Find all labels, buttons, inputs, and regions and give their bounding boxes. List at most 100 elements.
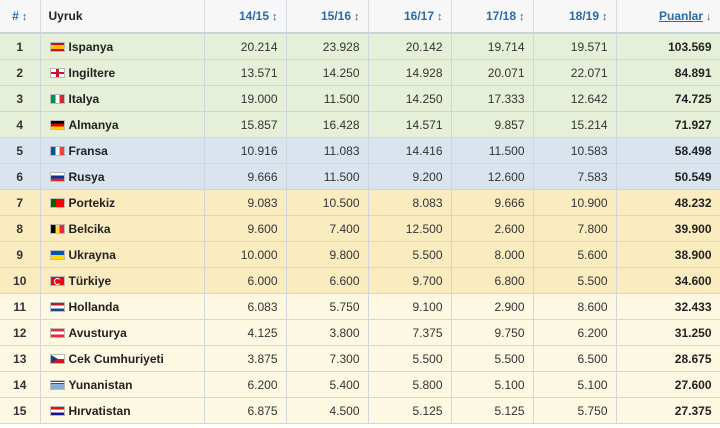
table-row: 7 Portekiz 9.083 10.500 8.083 9.666 10.900 48.2… (0, 189, 720, 216)
table-row: 12 Avusturya 4.125 3.800 7.375 9.750 6.200 31.2… (0, 319, 720, 346)
country-name: Hırvatistan (68, 403, 131, 418)
table-row: 13 Cek Cumhuriyeti 3.875 7.300 5.500 5.500 6.5… (0, 345, 720, 372)
season-15-16-cell: 3.800 (286, 319, 369, 346)
sort-icon: ↕ (437, 11, 443, 23)
season-16-17-cell: 14.416 (368, 137, 452, 164)
season-18-19-cell: 10.900 (533, 189, 617, 216)
rank-cell: 15 (0, 397, 41, 424)
rank-cell: 7 (0, 189, 41, 216)
points-cell: 84.891 (616, 59, 720, 86)
rank-cell: 5 (0, 137, 41, 164)
rank-cell: 11 (0, 293, 41, 320)
country-cell: Hırvatistan (40, 397, 205, 424)
table-header-row: # ↕ Uyruk 14/15 ↕ 15/16 ↕ 16/17 ↕ 17/18 ↕ 18/… (0, 0, 720, 34)
points-cell: 58.498 (616, 137, 720, 164)
sort-icon: ↕ (272, 11, 278, 23)
croatia-flag-icon (49, 405, 65, 416)
season-14-15-cell: 13.571 (204, 59, 287, 86)
season-18-19-cell: 15.214 (533, 111, 617, 138)
rank-column-header[interactable]: # ↕ (0, 0, 41, 34)
season-14-15-cell: 19.000 (204, 85, 287, 112)
season-17-18-cell: 2.600 (451, 215, 534, 242)
country-cell: Ukrayna (40, 241, 205, 268)
season-15-16-cell: 4.500 (286, 397, 369, 424)
season-column-header-16-17[interactable]: 16/17 ↕ (368, 0, 452, 34)
season-15-16-cell: 9.800 (286, 241, 369, 268)
table-row: 3 Italya 19.000 11.500 14.250 17.333 12.642 74.… (0, 85, 720, 112)
season-16-17-cell: 14.250 (368, 85, 452, 112)
rank-cell: 3 (0, 85, 41, 112)
rank-cell: 14 (0, 371, 41, 398)
season-17-18-cell: 19.714 (451, 33, 534, 60)
germany-flag-icon (49, 119, 65, 130)
country-name: Ingiltere (68, 65, 116, 80)
netherlands-flag-icon (49, 301, 65, 312)
country-name: Belcika (68, 221, 111, 236)
season-16-17-cell: 12.500 (368, 215, 452, 242)
season-14-15-cell: 10.000 (204, 241, 287, 268)
table-row: 14 Yunanistan 6.200 5.400 5.800 5.100 5.100 27.… (0, 371, 720, 398)
spain-flag-icon (49, 41, 65, 52)
country-cell: Cek Cumhuriyeti (40, 345, 205, 372)
season-15-16-cell: 5.400 (286, 371, 369, 398)
rank-cell: 9 (0, 241, 41, 268)
sort-icon: ↕ (21, 11, 28, 23)
season-18-19-cell: 7.800 (533, 215, 617, 242)
season-14-15-cell: 9.083 (204, 189, 287, 216)
country-name: Rusya (68, 169, 105, 184)
portugal-flag-icon (49, 197, 65, 208)
season-17-18-cell: 5.500 (451, 345, 534, 372)
season-17-18-cell: 17.333 (451, 85, 534, 112)
points-cell: 71.927 (616, 111, 720, 138)
turkey-flag-icon (49, 275, 65, 286)
country-cell: Ingiltere (40, 59, 205, 86)
season-18-19-cell: 5.500 (533, 267, 617, 294)
season-column-header-18-19[interactable]: 18/19 ↕ (533, 0, 617, 34)
points-cell: 27.375 (616, 397, 720, 424)
sort-icon: ↕ (354, 11, 360, 23)
russia-flag-icon (49, 171, 65, 182)
austria-flag-icon (49, 327, 65, 338)
season-16-17-cell: 5.125 (368, 397, 452, 424)
points-cell: 74.725 (616, 85, 720, 112)
season-17-18-cell: 5.100 (451, 371, 534, 398)
season-18-19-cell: 10.583 (533, 137, 617, 164)
rank-cell: 4 (0, 111, 41, 138)
season-16-17-cell: 5.500 (368, 345, 452, 372)
season-14-15-cell: 10.916 (204, 137, 287, 164)
rank-cell: 2 (0, 59, 41, 86)
season-17-18-cell: 9.750 (451, 319, 534, 346)
season-18-19-cell: 6.500 (533, 345, 617, 372)
country-cell: Fransa (40, 137, 205, 164)
country-cell: Italya (40, 85, 205, 112)
rank-cell: 1 (0, 33, 41, 60)
italy-flag-icon (49, 93, 65, 104)
season-14-15-cell: 6.200 (204, 371, 287, 398)
table-row: 2 Ingiltere 13.571 14.250 14.928 20.071 22.071… (0, 59, 720, 86)
season-17-18-cell: 8.000 (451, 241, 534, 268)
season-column-header-17-18[interactable]: 17/18 ↕ (451, 0, 534, 34)
points-cell: 32.433 (616, 293, 720, 320)
season-column-header-14-15[interactable]: 14/15 ↕ (204, 0, 287, 34)
table-row: 11 Hollanda 6.083 5.750 9.100 2.900 8.600 32.43… (0, 293, 720, 320)
season-18-19-cell: 6.200 (533, 319, 617, 346)
ukraine-flag-icon (49, 249, 65, 260)
points-cell: 27.600 (616, 371, 720, 398)
rank-cell: 10 (0, 267, 41, 294)
season-16-17-cell: 9.200 (368, 163, 452, 190)
season-17-18-cell: 9.857 (451, 111, 534, 138)
country-cell: Belcika (40, 215, 205, 242)
season-column-header-15-16[interactable]: 15/16 ↕ (286, 0, 369, 34)
table-row: 4 Almanya 15.857 16.428 14.571 9.857 15.214 71.… (0, 111, 720, 138)
season-17-18-cell: 20.071 (451, 59, 534, 86)
rank-cell: 6 (0, 163, 41, 190)
table-row: 1 Ispanya 20.214 23.928 20.142 19.714 19.571 10… (0, 33, 720, 60)
country-cell: Ispanya (40, 33, 205, 60)
season-16-17-cell: 14.571 (368, 111, 452, 138)
season-14-15-cell: 6.000 (204, 267, 287, 294)
season-15-16-cell: 6.600 (286, 267, 369, 294)
season-18-19-cell: 22.071 (533, 59, 617, 86)
season-15-16-cell: 5.750 (286, 293, 369, 320)
season-14-15-cell: 3.875 (204, 345, 287, 372)
points-column-header[interactable]: Puanlar ↓ (616, 0, 720, 34)
